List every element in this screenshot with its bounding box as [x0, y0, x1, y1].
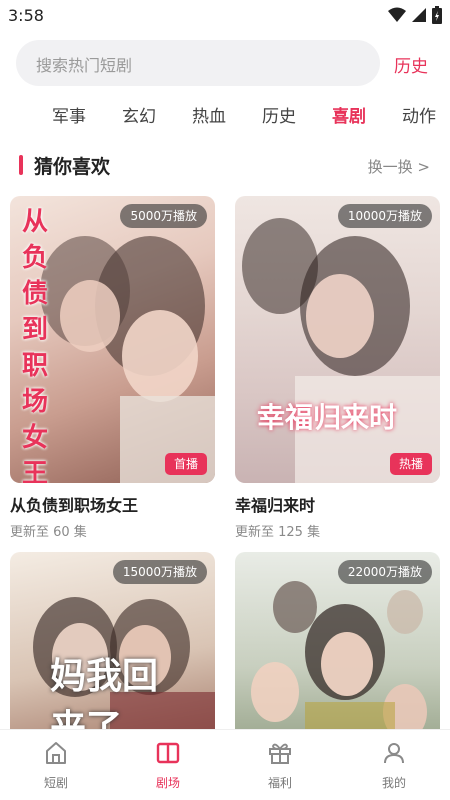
- poster-image[interactable]: 幸福归来时 10000万播放 热播: [235, 196, 440, 483]
- tab-action[interactable]: 动作: [402, 102, 436, 127]
- nav-item-theater[interactable]: 剧场: [128, 740, 208, 791]
- section-accent-bar: [19, 155, 23, 175]
- play-count: 15000万播放: [112, 560, 207, 584]
- status-badge: 首播: [164, 453, 207, 475]
- search-row: 搜索热门短剧 历史: [0, 40, 450, 86]
- poster-title-text: 从负债到职场女王: [22, 207, 49, 483]
- nav-label: 我的: [381, 776, 406, 790]
- search-input[interactable]: 搜索热门短剧: [16, 40, 380, 86]
- tab-history[interactable]: 历史: [262, 102, 296, 127]
- theater-icon: [156, 742, 180, 764]
- card-title[interactable]: 幸福归来时: [235, 492, 440, 516]
- nav-label: 短剧: [43, 776, 68, 790]
- drama-card[interactable]: 从负债到职场女王 5000万播放 首播 从负债到职场女王 更新至 60 集: [10, 196, 215, 540]
- battery-icon: [432, 6, 442, 24]
- card-episodes: 更新至 125 集: [235, 525, 321, 540]
- play-count: 5000万播放: [120, 204, 207, 228]
- drama-card[interactable]: 幸福归来时 10000万播放 热播 幸福归来时 更新至 125 集: [235, 196, 440, 540]
- poster-title-text: 幸福归来时: [257, 401, 398, 434]
- status-icons: [388, 6, 442, 24]
- bottom-nav: 短剧 剧场 福利 我的: [0, 729, 450, 800]
- nav-item-benefits[interactable]: 福利: [240, 740, 320, 791]
- status-bar: 3:58: [0, 0, 450, 32]
- tab-military[interactable]: 军事: [52, 102, 86, 127]
- nav-label: 福利: [267, 776, 292, 790]
- section-header: 猜你喜欢 换一换 >: [0, 150, 450, 182]
- search-placeholder: 搜索热门短剧: [36, 56, 133, 75]
- status-time: 3:58: [8, 6, 44, 25]
- home-icon: [46, 742, 66, 764]
- tab-comedy[interactable]: 喜剧: [332, 102, 366, 127]
- signal-icon: [412, 8, 426, 22]
- tab-hot-blood[interactable]: 热血: [192, 102, 226, 127]
- history-button[interactable]: 历史: [394, 52, 428, 77]
- tab-fantasy[interactable]: 玄幻: [122, 102, 156, 127]
- nav-item-mine[interactable]: 我的: [354, 740, 434, 791]
- section-title: 猜你喜欢: [34, 156, 111, 178]
- play-count: 22000万播放: [337, 560, 432, 584]
- poster-image[interactable]: 从负债到职场女王 5000万播放 首播: [10, 196, 215, 483]
- nav-label: 剧场: [155, 776, 180, 790]
- status-badge: 热播: [389, 453, 432, 475]
- card-title[interactable]: 从负债到职场女王: [10, 492, 215, 516]
- nav-item-shorts[interactable]: 短剧: [16, 740, 96, 791]
- wifi-icon: [388, 7, 406, 22]
- gift-icon: [269, 743, 291, 764]
- category-tabs: 军事 玄幻 热血 历史 喜剧 动作: [0, 100, 450, 130]
- refresh-button[interactable]: 换一换 >: [368, 156, 430, 177]
- poster-art: [242, 218, 440, 483]
- play-count: 10000万播放: [337, 204, 432, 228]
- card-episodes: 更新至 60 集: [10, 525, 87, 540]
- user-icon: [384, 743, 404, 764]
